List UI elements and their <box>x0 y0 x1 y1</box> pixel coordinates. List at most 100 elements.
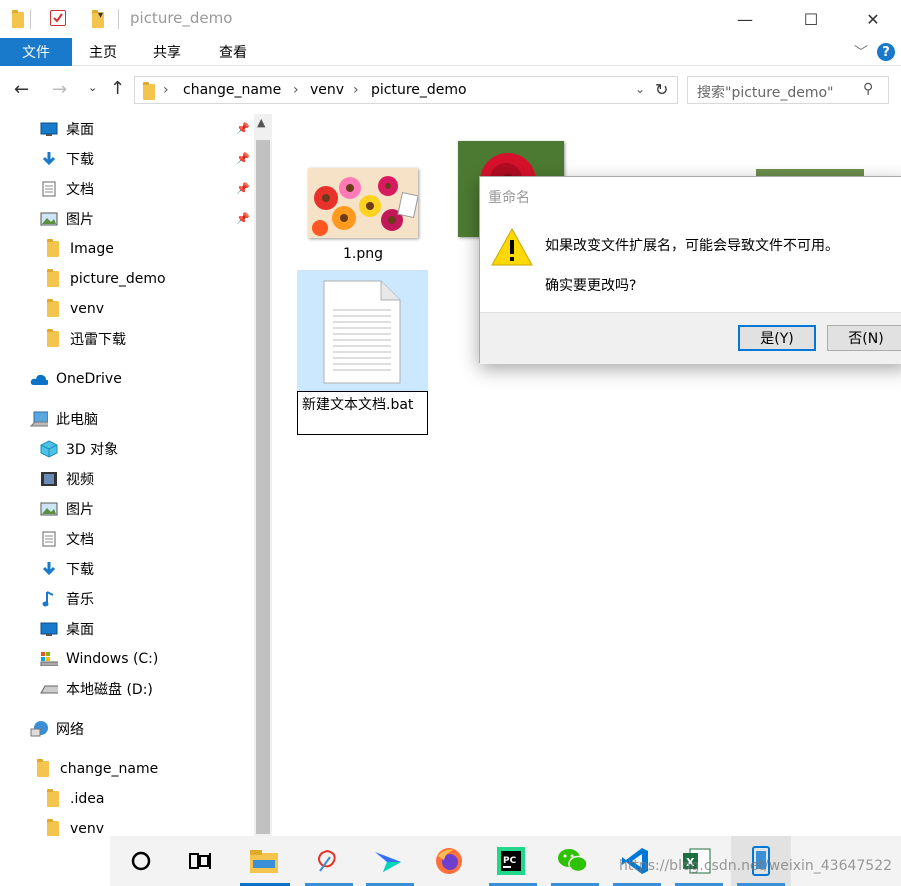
tab-home[interactable]: 主页 <box>72 38 134 66</box>
sidebar-item-picture-demo[interactable]: picture_demo <box>0 264 254 294</box>
sidebar-item-network[interactable]: 网络 <box>0 714 254 744</box>
pin-icon[interactable]: 📌 <box>236 182 250 196</box>
sidebar-item-project-venv[interactable]: venv <box>0 814 254 836</box>
firefox-icon[interactable] <box>432 844 466 878</box>
sidebar-item-music[interactable]: 音乐 <box>0 584 254 614</box>
breadcrumb-separator-icon[interactable]: › <box>293 82 299 98</box>
pin-icon[interactable]: 📌 <box>236 152 250 166</box>
sidebar-item-pc-pictures[interactable]: 图片 <box>0 494 254 524</box>
sidebar-item-label: 本地磁盘 (D:) <box>66 682 153 698</box>
feishu-icon[interactable] <box>371 844 405 878</box>
up-icon[interactable]: ↑ <box>110 78 125 99</box>
folder-icon <box>44 269 62 287</box>
tab-view[interactable]: 查看 <box>200 38 266 66</box>
sidebar-item-venv[interactable]: venv <box>0 294 254 324</box>
breadcrumb-venv[interactable]: venv <box>310 82 344 98</box>
pin-icon[interactable]: 📌 <box>236 212 250 226</box>
wechat-icon[interactable] <box>556 844 590 878</box>
music-icon <box>40 591 58 607</box>
task-view-icon[interactable] <box>183 844 217 878</box>
search-icon[interactable]: ⚲ <box>863 81 873 97</box>
dialog-question: 确实要更改吗? <box>545 278 637 294</box>
search-placeholder: 搜索"picture_demo" <box>697 85 834 101</box>
sidebar-item-label: .idea <box>70 791 105 807</box>
address-dropdown-icon[interactable]: ⌄ <box>635 82 645 96</box>
yes-button[interactable]: 是(Y) <box>738 325 816 351</box>
breadcrumb-separator-icon[interactable]: › <box>163 82 169 98</box>
tab-share[interactable]: 共享 <box>134 38 200 66</box>
picture-icon <box>40 211 58 227</box>
no-button[interactable]: 否(N) <box>827 325 901 351</box>
folder-icon <box>44 239 62 257</box>
sidebar-item-label: picture_demo <box>70 271 166 287</box>
scroll-up-icon[interactable]: ▲ <box>257 116 265 129</box>
breadcrumb-change-name[interactable]: change_name <box>183 82 281 98</box>
sidebar-item-this-pc[interactable]: 此电脑 <box>0 404 254 434</box>
sidebar-item-3d-objects[interactable]: 3D 对象 <box>0 434 254 464</box>
warning-icon <box>490 227 534 267</box>
breadcrumb-picture-demo[interactable]: picture_demo <box>371 82 467 98</box>
minimize-button[interactable]: — <box>722 0 768 38</box>
sidebar-item-documents[interactable]: 文档 📌 <box>0 174 254 204</box>
sidebar-item-image[interactable]: Image <box>0 234 254 264</box>
sidebar-item-drive-c[interactable]: Windows (C:) <box>0 644 254 674</box>
scrollbar-thumb[interactable] <box>256 140 270 834</box>
sidebar-item-downloads[interactable]: 下载 📌 <box>0 144 254 174</box>
breadcrumb-separator-icon[interactable]: › <box>353 82 359 98</box>
folder-icon <box>44 789 62 807</box>
cortana-icon[interactable] <box>124 844 158 878</box>
refresh-icon[interactable]: ↻ <box>655 80 675 100</box>
navigation-scrollbar[interactable]: ▲ <box>254 114 272 836</box>
sidebar-item-label: Image <box>70 241 114 257</box>
expand-ribbon-icon[interactable]: ﹀ <box>854 42 868 62</box>
maximize-button[interactable]: ☐ <box>788 0 834 38</box>
sidebar-item-videos[interactable]: 视频 <box>0 464 254 494</box>
folder-icon <box>34 759 52 777</box>
recent-locations-icon[interactable]: ⌄ <box>88 81 97 94</box>
properties-icon[interactable] <box>50 10 66 26</box>
computer-icon <box>30 411 48 427</box>
file-item-1-png[interactable]: 1.png <box>303 168 423 262</box>
help-icon[interactable]: ? <box>877 43 895 61</box>
sidebar-item-label: Windows (C:) <box>66 651 159 667</box>
sidebar-item-idea[interactable]: .idea <box>0 784 254 814</box>
forward-icon[interactable]: → <box>52 79 67 100</box>
dialog-title: 重命名 <box>488 190 530 206</box>
sidebar-item-pc-documents[interactable]: 文档 <box>0 524 254 554</box>
window-title: picture_demo <box>130 9 233 27</box>
navigation-pane: 桌面 📌 下载 📌 文档 📌 图片 📌 Image picture_demo v… <box>0 114 254 836</box>
rename-input[interactable]: 新建文本文档.bat <box>297 391 428 435</box>
sidebar-item-label: OneDrive <box>56 371 122 387</box>
sidebar-item-label: 此电脑 <box>56 412 98 428</box>
sidebar-item-onedrive[interactable]: OneDrive <box>0 364 254 394</box>
pycharm-icon[interactable]: PC <box>494 844 528 878</box>
tab-file[interactable]: 文件 <box>0 38 72 66</box>
address-row: ← → ⌄ ↑ › change_name › venv › picture_d… <box>0 66 901 114</box>
desktop-icon <box>40 621 58 637</box>
video-icon <box>40 471 58 487</box>
folder-icon <box>44 329 62 347</box>
sidebar-item-pc-downloads[interactable]: 下载 <box>0 554 254 584</box>
sidebar-item-pictures[interactable]: 图片 📌 <box>0 204 254 234</box>
search-box[interactable]: 搜索"picture_demo" ⚲ <box>687 76 889 104</box>
sidebar-item-label: 文档 <box>66 532 94 548</box>
sidebar-item-pc-desktop[interactable]: 桌面 <box>0 614 254 644</box>
sidebar-item-change-name[interactable]: change_name <box>0 754 254 784</box>
sidebar-item-desktop[interactable]: 桌面 📌 <box>0 114 254 144</box>
close-button[interactable]: ✕ <box>850 0 896 38</box>
folder-icon <box>143 82 155 100</box>
document-icon <box>40 181 58 197</box>
back-icon[interactable]: ← <box>14 79 29 100</box>
ribbon: 文件 主页 共享 查看 ﹀ ? <box>0 38 901 66</box>
sidebar-item-label: venv <box>70 301 105 317</box>
photos-app-icon[interactable] <box>310 844 344 878</box>
file-explorer-icon[interactable] <box>247 844 281 878</box>
sidebar-item-label: venv <box>70 821 105 836</box>
sidebar-item-drive-d[interactable]: 本地磁盘 (D:) <box>0 674 254 704</box>
address-bar[interactable]: › change_name › venv › picture_demo ⌄ <box>134 76 678 104</box>
customize-quick-access-icon[interactable]: ▾ <box>98 10 103 21</box>
sidebar-item-xunlei-downloads[interactable]: 迅雷下载 <box>0 324 254 354</box>
drive-d-icon <box>40 681 58 697</box>
sidebar-item-label: 桌面 <box>66 122 94 138</box>
pin-icon[interactable]: 📌 <box>236 122 250 136</box>
